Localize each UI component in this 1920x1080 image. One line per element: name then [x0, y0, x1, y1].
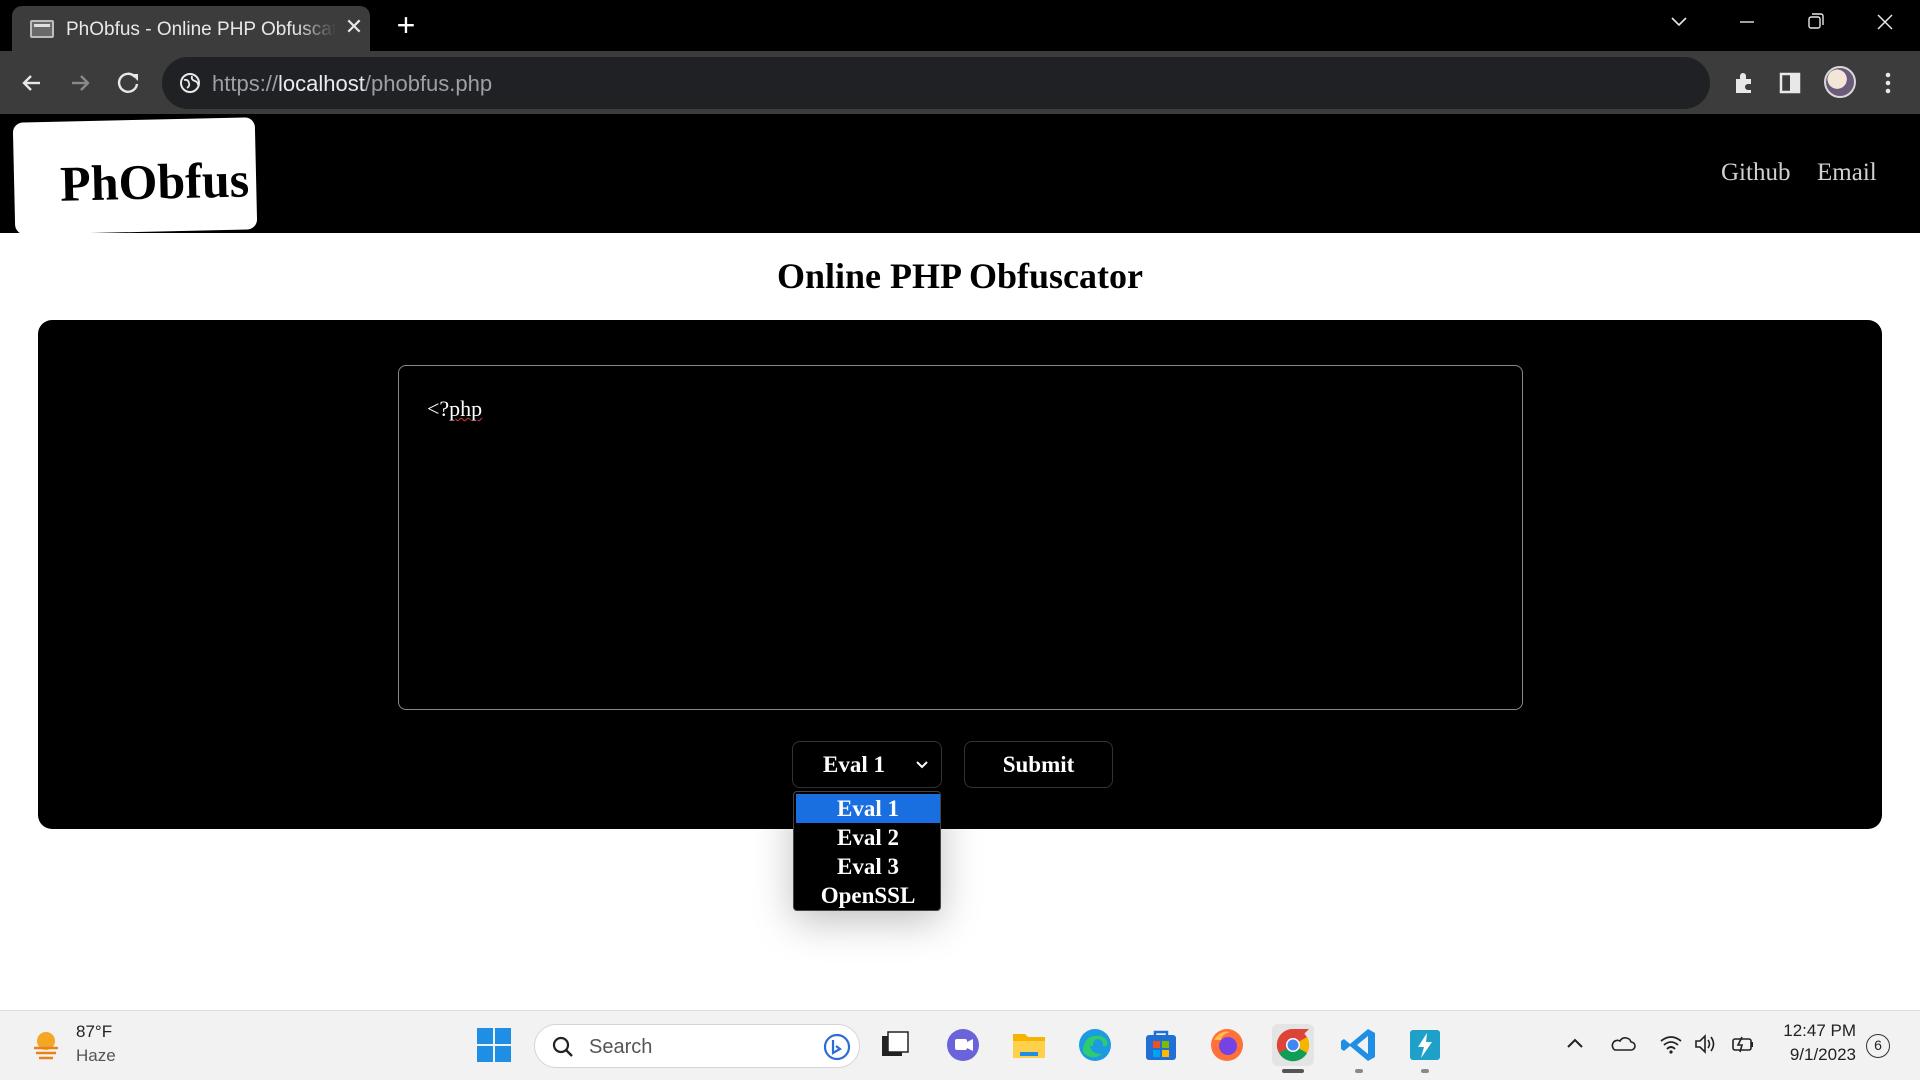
nav-link-github[interactable]: Github	[1721, 159, 1790, 187]
store-icon[interactable]	[1140, 1024, 1182, 1066]
forward-icon[interactable]	[62, 65, 98, 101]
extensions-icon[interactable]	[1726, 65, 1762, 101]
clock-time[interactable]: 12:47 PM	[1780, 1021, 1856, 1041]
web-page: PhObfus Github Email Online PHP Obfuscat…	[0, 114, 1920, 1010]
option-eval-1[interactable]: Eval 1	[796, 794, 940, 823]
site-header: PhObfus Github Email	[0, 114, 1920, 235]
teams-icon[interactable]	[942, 1024, 984, 1066]
close-icon[interactable]: ✕	[342, 15, 366, 39]
wifi-icon[interactable]	[1658, 1031, 1684, 1057]
weather-icon[interactable]	[28, 1026, 64, 1062]
chevron-down-icon[interactable]	[1656, 6, 1702, 38]
search-icon	[552, 1036, 573, 1057]
onedrive-icon[interactable]	[1610, 1031, 1636, 1057]
windows-start-icon[interactable]	[473, 1024, 515, 1066]
option-eval-3[interactable]: Eval 3	[796, 852, 940, 881]
chrome-icon	[1276, 1028, 1310, 1062]
url-text: https://localhost/phobfus.php	[212, 71, 493, 96]
file-explorer-icon[interactable]	[1008, 1024, 1050, 1066]
avatar[interactable]	[1824, 66, 1856, 98]
task-view-icon[interactable]	[874, 1024, 916, 1066]
method-select[interactable]: Eval 1	[792, 741, 942, 788]
option-eval-2[interactable]: Eval 2	[796, 823, 940, 852]
notification-badge[interactable]: 6	[1866, 1034, 1890, 1058]
back-icon[interactable]	[14, 65, 50, 101]
edge-icon[interactable]	[1074, 1024, 1116, 1066]
page-title: Online PHP Obfuscator	[776, 256, 1143, 296]
reload-icon[interactable]	[110, 65, 146, 101]
address-bar[interactable]: https://localhost/phobfus.php	[162, 57, 1710, 109]
bing-icon[interactable]	[823, 1033, 851, 1061]
minimize-icon[interactable]	[1724, 6, 1770, 38]
browser-tab[interactable]: PhObfus - Online PHP Obfuscator ✕	[12, 6, 370, 51]
method-dropdown: Eval 1 Eval 2 Eval 3 OpenSSL	[793, 791, 941, 911]
browser-tabstrip: PhObfus - Online PHP Obfuscator ✕ +	[0, 0, 1920, 51]
taskbar-search[interactable]: Search	[534, 1024, 860, 1068]
obfuscator-panel: <?php Eval 1 Submit	[38, 320, 1882, 829]
vscode-icon[interactable]	[1338, 1024, 1380, 1066]
browser-toolbar: https://localhost/phobfus.php	[0, 51, 1920, 114]
running-app-indicator	[1421, 1069, 1429, 1073]
chrome-taskbar-button[interactable]	[1272, 1024, 1314, 1066]
app-icon[interactable]	[1404, 1024, 1446, 1066]
running-app-indicator	[1355, 1069, 1363, 1073]
side-panel-icon[interactable]	[1772, 65, 1808, 101]
weather-condition[interactable]: Haze	[76, 1046, 116, 1066]
site-logo[interactable]: PhObfus	[59, 150, 250, 212]
active-app-indicator	[1282, 1069, 1304, 1073]
nav-link-email[interactable]: Email	[1817, 159, 1877, 187]
code-input[interactable]: <?php	[398, 365, 1523, 710]
favicon-icon	[30, 20, 54, 38]
option-openssl[interactable]: OpenSSL	[796, 881, 940, 910]
battery-icon[interactable]	[1730, 1031, 1756, 1057]
chevron-down-icon	[916, 761, 928, 769]
new-tab-icon[interactable]: +	[390, 9, 422, 42]
site-info-icon[interactable]	[178, 71, 202, 95]
search-placeholder: Search	[589, 1036, 653, 1058]
weather-temperature[interactable]: 87°F	[76, 1022, 112, 1042]
method-select-value: Eval 1	[823, 752, 885, 777]
clock-date[interactable]: 9/1/2023	[1770, 1045, 1856, 1065]
volume-icon[interactable]	[1692, 1031, 1718, 1057]
menu-icon[interactable]	[1870, 65, 1906, 101]
submit-button[interactable]: Submit	[964, 741, 1113, 788]
tab-title: PhObfus - Online PHP Obfuscator	[66, 19, 336, 40]
code-text: <?php	[427, 396, 483, 421]
taskbar: 87°F Haze Search 12:47 PM 9/1/2023 6	[0, 1010, 1920, 1080]
restore-icon[interactable]	[1792, 6, 1838, 38]
tray-chevron-icon[interactable]	[1562, 1031, 1588, 1057]
logo-card[interactable]: PhObfus	[12, 117, 258, 235]
spellcheck-word: php	[449, 396, 483, 421]
firefox-icon[interactable]	[1206, 1024, 1248, 1066]
close-window-icon[interactable]	[1862, 6, 1908, 38]
